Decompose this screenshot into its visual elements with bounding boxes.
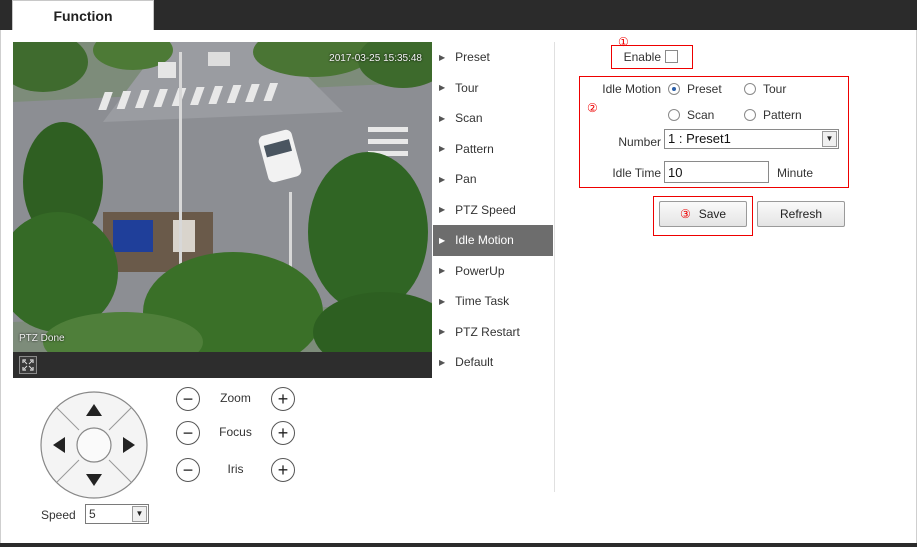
ptz-direction-pad — [39, 390, 149, 500]
radio-preset-label: Preset — [687, 82, 722, 96]
zoom-out-button[interactable]: − — [176, 387, 200, 411]
radio-preset[interactable] — [668, 83, 680, 95]
focus-control: − Focus + — [176, 421, 301, 445]
radio-tour[interactable] — [744, 83, 756, 95]
menu-arrow-icon: ▶ — [439, 357, 446, 367]
menu-arrow-icon: ▶ — [439, 266, 446, 276]
zoom-control: − Zoom + — [176, 387, 301, 411]
menu-item-ptz-speed[interactable]: ▶ PTZ Speed — [433, 195, 553, 226]
radio-tour-label: Tour — [763, 82, 787, 96]
video-toolbar — [13, 352, 432, 378]
save-button[interactable]: ③ Save — [659, 201, 747, 227]
menu-item-pan[interactable]: ▶ Pan — [433, 164, 553, 195]
focus-far-button[interactable]: + — [271, 421, 295, 445]
zoom-in-button[interactable]: + — [271, 387, 295, 411]
ptz-status-overlay: PTZ Done — [19, 333, 65, 344]
radio-scan[interactable] — [668, 109, 680, 121]
idle-motion-label: Idle Motion — [602, 82, 661, 96]
menu-item-time-task[interactable]: ▶ Time Task — [433, 286, 553, 317]
menu-item-ptz-restart[interactable]: ▶ PTZ Restart — [433, 317, 553, 348]
menu-item-pattern[interactable]: ▶ Pattern — [433, 134, 553, 165]
speed-select[interactable]: 5 ▼ — [85, 504, 149, 524]
menu-item-preset[interactable]: ▶ Preset — [433, 42, 553, 73]
menu-arrow-icon: ▶ — [439, 113, 446, 123]
video-preview: 2017-03-25 15:35:48 PTZ Done — [13, 42, 432, 352]
chevron-down-icon[interactable]: ▼ — [822, 131, 837, 147]
iris-open-button[interactable]: + — [271, 458, 295, 482]
number-label: Number — [618, 135, 661, 149]
menu-arrow-icon: ▶ — [439, 327, 446, 337]
radio-pattern[interactable] — [744, 109, 756, 121]
refresh-button[interactable]: Refresh — [757, 201, 845, 227]
menu-arrow-icon: ▶ — [439, 144, 446, 154]
fullscreen-icon — [22, 359, 34, 371]
radio-scan-label: Scan — [687, 108, 715, 122]
idle-time-label: Idle Time — [612, 166, 661, 180]
menu-arrow-icon: ▶ — [439, 235, 446, 245]
menu-arrow-icon: ▶ — [439, 83, 446, 93]
menu-arrow-icon: ▶ — [439, 296, 446, 306]
menu-item-tour[interactable]: ▶ Tour — [433, 73, 553, 104]
chevron-down-icon[interactable]: ▼ — [132, 506, 147, 522]
zoom-label: Zoom — [220, 391, 251, 405]
menu-divider — [554, 42, 555, 492]
idle-time-unit: Minute — [777, 166, 814, 180]
step-marker-3: ③ — [679, 207, 691, 221]
speed-value: 5 — [89, 507, 96, 521]
speed-label: Speed — [41, 508, 76, 522]
enable-label: Enable — [623, 50, 661, 64]
camera-scene — [13, 42, 432, 352]
menu-item-idle-motion[interactable]: ▶ Idle Motion — [433, 225, 553, 256]
video-timestamp: 2017-03-25 15:35:48 — [329, 53, 422, 64]
focus-label: Focus — [219, 425, 252, 439]
idle-time-input[interactable] — [664, 161, 769, 183]
menu-item-powerup[interactable]: ▶ PowerUp — [433, 256, 553, 287]
number-select[interactable]: 1 : Preset1 ▼ — [664, 129, 839, 149]
step-marker-2: ② — [587, 101, 598, 115]
iris-control: − Iris + — [176, 458, 301, 482]
content-panel: 2017-03-25 15:35:48 PTZ Done − Zoom + − … — [0, 30, 917, 543]
menu-arrow-icon: ▶ — [439, 174, 446, 184]
tab-function[interactable]: Function — [12, 0, 154, 31]
iris-close-button[interactable]: − — [176, 458, 200, 482]
menu-item-scan[interactable]: ▶ Scan — [433, 103, 553, 134]
menu-arrow-icon: ▶ — [439, 52, 446, 62]
radio-pattern-label: Pattern — [763, 108, 802, 122]
number-value: 1 : Preset1 — [668, 131, 731, 146]
fullscreen-button[interactable] — [19, 356, 37, 374]
bottom-bar — [0, 543, 917, 547]
focus-near-button[interactable]: − — [176, 421, 200, 445]
function-menu: ▶ Preset ▶ Tour ▶ Scan ▶ Pattern ▶ Pan ▶ PTZ S… — [433, 42, 553, 378]
menu-arrow-icon: ▶ — [439, 205, 446, 215]
menu-item-default[interactable]: ▶ Default — [433, 347, 553, 378]
iris-label: Iris — [227, 462, 244, 476]
enable-checkbox[interactable] — [665, 50, 678, 63]
